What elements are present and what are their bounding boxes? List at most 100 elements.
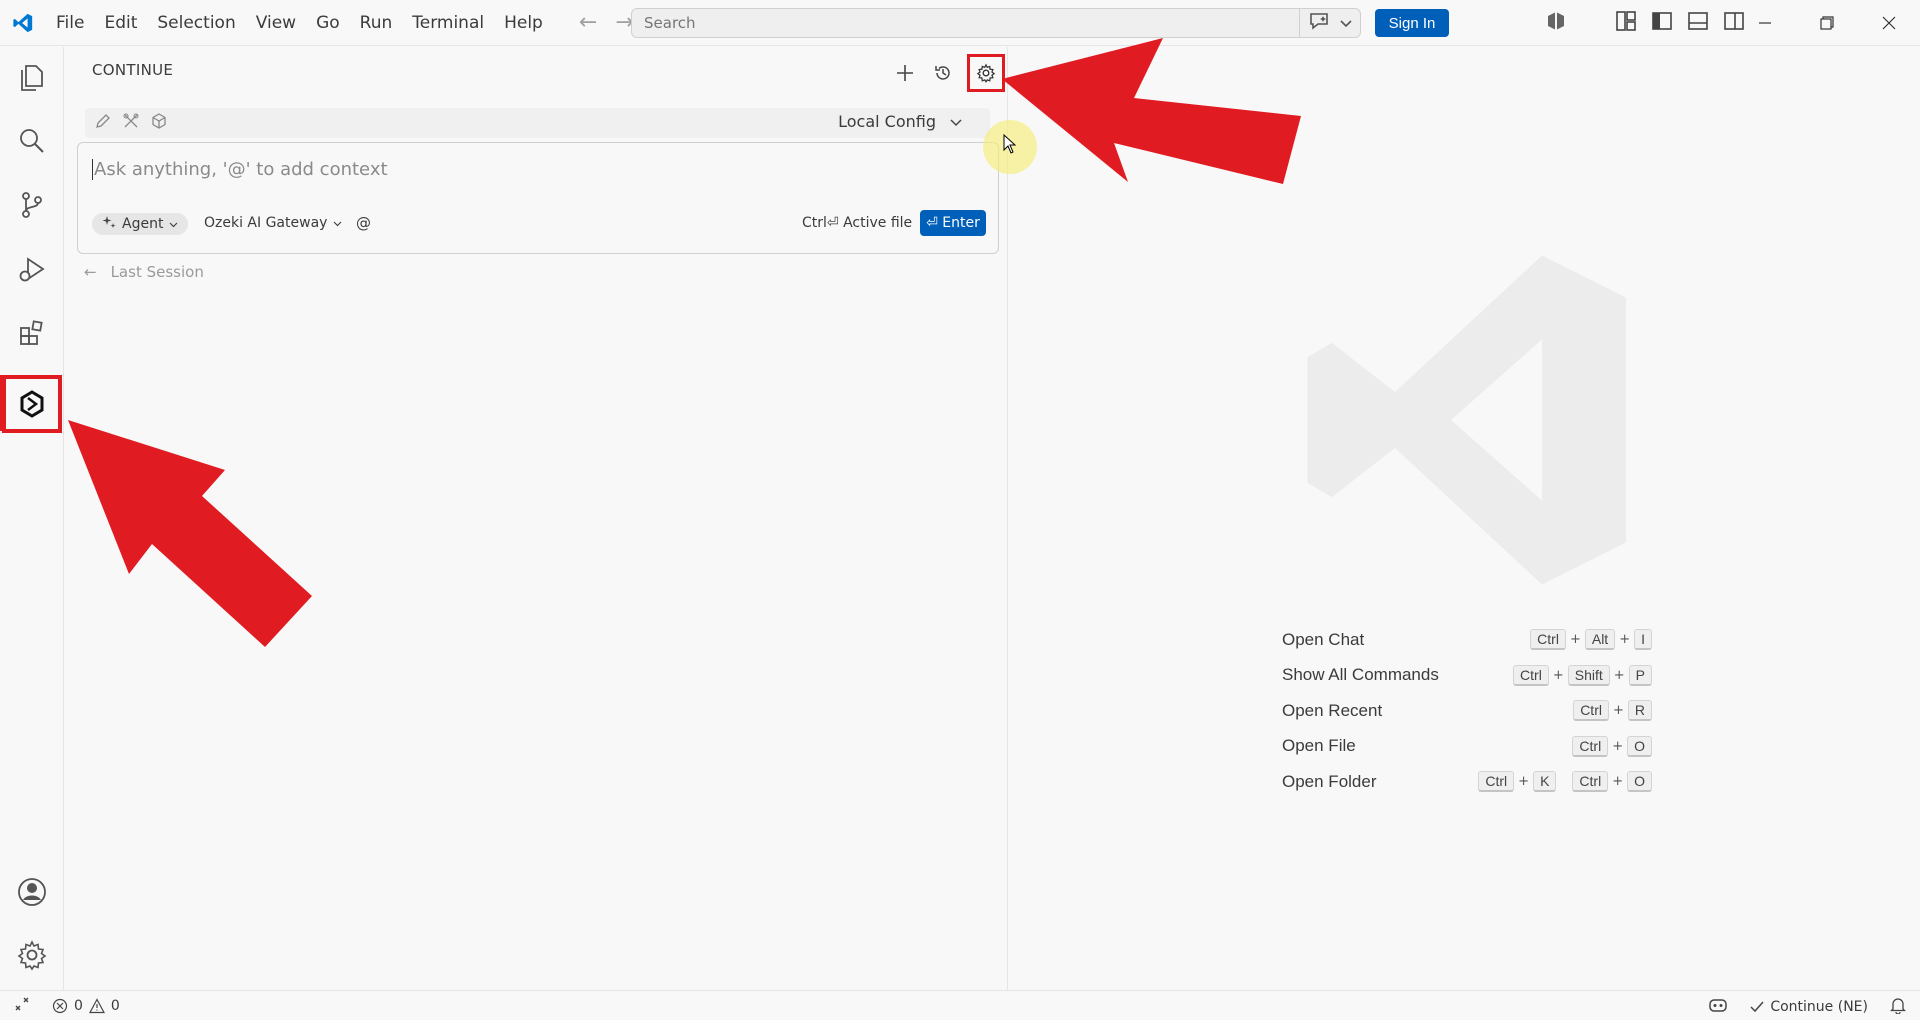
close-icon[interactable]	[1858, 0, 1920, 46]
agent-label: Agent	[122, 216, 164, 232]
copilot-status-icon[interactable]	[1708, 996, 1728, 1018]
continue-status[interactable]: Continue (NE)	[1750, 999, 1868, 1015]
chat-input-placeholder[interactable]: Ask anything, '@' to add context	[92, 159, 388, 180]
welcome-shortcuts: Open Chat Ctrl + Alt + I Show All Commands…	[1282, 622, 1652, 800]
chat-input-box[interactable]: Ask anything, '@' to add context Agent O…	[77, 142, 999, 254]
problems-indicator[interactable]: 0 0	[52, 998, 120, 1014]
shortcut-open-file: Open File Ctrl + O	[1282, 729, 1652, 765]
shortcut-open-recent: Open Recent Ctrl + R	[1282, 693, 1652, 729]
chevron-down-icon	[950, 112, 962, 131]
menu-selection[interactable]: Selection	[147, 7, 245, 39]
toggle-panel-icon[interactable]	[1687, 10, 1709, 36]
key: K	[1533, 771, 1557, 793]
continue-panel: CONTINUE Local Config Ask anything, '@' …	[65, 47, 1008, 990]
chat-icon[interactable]	[1308, 11, 1330, 35]
menu-file[interactable]: File	[46, 7, 94, 39]
key: Ctrl	[1530, 629, 1566, 651]
menu-edit[interactable]: Edit	[94, 7, 147, 39]
restore-icon[interactable]	[1796, 0, 1858, 46]
history-icon[interactable]	[929, 59, 957, 87]
title-bar: File Edit Selection View Go Run Terminal…	[0, 0, 1920, 46]
sparkle-icon	[102, 215, 116, 233]
key: Ctrl	[1573, 700, 1609, 722]
source-control-icon[interactable]	[0, 177, 64, 233]
status-bar: 0 0 Continue (NE)	[0, 990, 1920, 1020]
last-session-link[interactable]: ← Last Session	[84, 263, 204, 281]
shortcut-label: Show All Commands	[1282, 665, 1439, 685]
key: I	[1634, 629, 1652, 651]
shortcut-open-folder: Open Folder Ctrl + K Ctrl + O	[1282, 764, 1652, 800]
shortcut-show-all-commands: Show All Commands Ctrl + Shift + P	[1282, 658, 1652, 694]
panel-title: CONTINUE	[92, 61, 174, 79]
shortcut-label: Open Recent	[1282, 700, 1383, 720]
tools-icon[interactable]	[123, 113, 139, 133]
chevron-down-icon[interactable]	[1340, 14, 1352, 32]
menu-help[interactable]: Help	[494, 7, 553, 39]
error-icon	[52, 998, 68, 1014]
key: Ctrl	[1513, 664, 1549, 686]
customize-layout-icon[interactable]	[1615, 10, 1637, 36]
vscode-logo-icon	[0, 0, 46, 46]
shortcut-open-chat: Open Chat Ctrl + Alt + I	[1282, 622, 1652, 658]
enter-button[interactable]: ⏎ Enter	[920, 210, 986, 236]
key: Alt	[1584, 629, 1616, 651]
warning-count: 0	[110, 998, 120, 1014]
sign-in-button[interactable]: Sign In	[1375, 9, 1449, 37]
active-file-hint[interactable]: Ctrl⏎ Active file	[802, 215, 912, 231]
menu-bar: File Edit Selection View Go Run Terminal…	[46, 0, 553, 46]
key: Ctrl	[1478, 771, 1515, 793]
config-label: Local Config	[838, 112, 936, 131]
activity-bar	[0, 47, 64, 990]
key: O	[1627, 771, 1652, 793]
mouse-cursor-icon	[1003, 133, 1017, 158]
last-session-label: Last Session	[110, 263, 204, 281]
pencil-icon[interactable]	[95, 113, 111, 133]
chevron-down-icon	[333, 215, 342, 231]
bell-icon[interactable]	[1889, 996, 1907, 1018]
settings-icon[interactable]	[0, 927, 64, 983]
menu-run[interactable]: Run	[350, 7, 403, 39]
cube-icon[interactable]	[151, 113, 167, 133]
toggle-primary-sidebar-icon[interactable]	[1651, 10, 1673, 36]
back-arrow-icon[interactable]: ←	[579, 10, 597, 35]
search-icon[interactable]	[0, 113, 64, 169]
minimize-icon[interactable]	[1734, 0, 1796, 46]
gear-icon	[976, 63, 996, 83]
copilot-icon[interactable]	[1545, 10, 1567, 36]
remote-icon[interactable]	[14, 996, 30, 1016]
search-placeholder: Search	[644, 14, 696, 32]
run-debug-icon[interactable]	[0, 242, 64, 298]
extensions-icon[interactable]	[0, 305, 64, 361]
key: Ctrl	[1572, 771, 1609, 793]
account-icon[interactable]	[0, 864, 64, 920]
vscode-watermark-icon	[1290, 245, 1640, 599]
warning-icon	[88, 998, 105, 1014]
key: Shift	[1567, 664, 1610, 686]
arrow-left-icon: ←	[84, 263, 97, 281]
continue-highlight-box	[2, 375, 62, 433]
model-selector[interactable]: Ozeki AI Gateway	[204, 215, 342, 231]
shortcut-label: Open Chat	[1282, 629, 1365, 649]
agent-mode-selector[interactable]: Agent	[92, 213, 189, 235]
error-count: 0	[74, 998, 83, 1014]
chevron-down-icon	[169, 216, 178, 232]
settings-gear-button[interactable]	[967, 54, 1005, 92]
new-session-plus-icon[interactable]	[891, 59, 919, 87]
menu-go[interactable]: Go	[306, 7, 350, 39]
continue-toolbar: Local Config	[85, 108, 990, 138]
key: R	[1627, 700, 1652, 722]
add-context-button[interactable]: @	[356, 214, 371, 232]
shortcut-label: Open Folder	[1282, 771, 1377, 791]
check-icon	[1750, 1001, 1764, 1013]
continue-status-label: Continue (NE)	[1770, 999, 1868, 1015]
search-input[interactable]: Search	[631, 8, 1361, 38]
menu-terminal[interactable]: Terminal	[402, 7, 494, 39]
shortcut-label: Open File	[1282, 736, 1356, 756]
menu-view[interactable]: View	[246, 7, 306, 39]
key: Ctrl	[1572, 735, 1609, 757]
config-selector[interactable]: Local Config	[838, 112, 962, 131]
key: O	[1627, 735, 1652, 757]
key: P	[1628, 664, 1652, 686]
explorer-icon[interactable]	[0, 50, 64, 106]
vscode-window: File Edit Selection View Go Run Terminal…	[0, 0, 1920, 1020]
